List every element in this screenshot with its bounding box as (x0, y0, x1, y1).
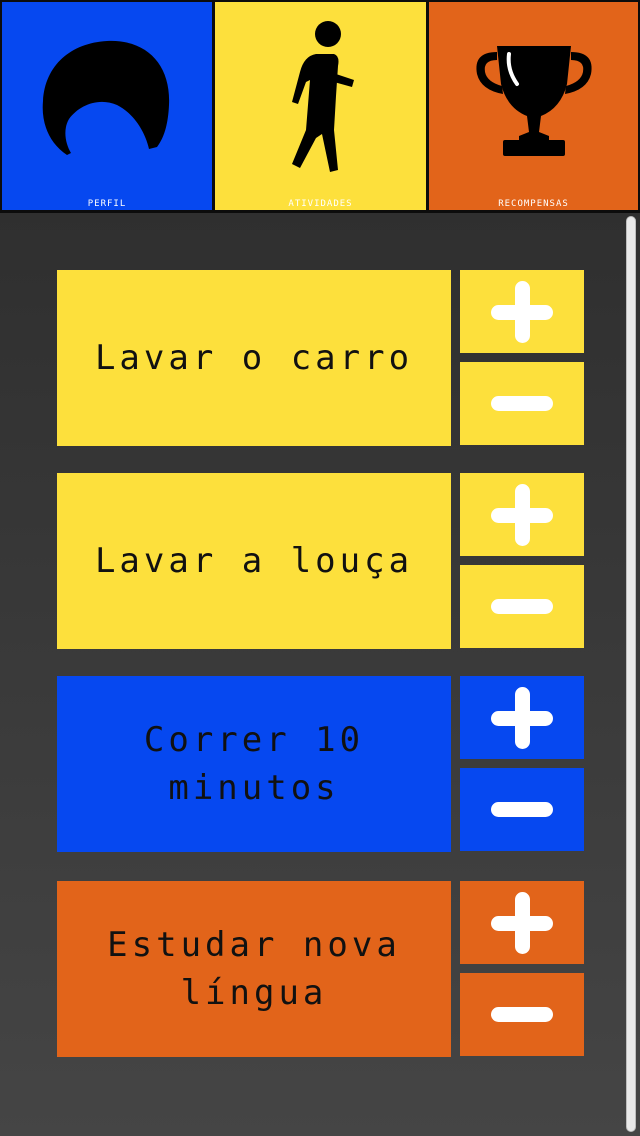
tab-label-perfil: PERFIL (87, 199, 127, 209)
walking-person-icon (215, 20, 426, 180)
scrollbar[interactable] (626, 216, 636, 1132)
profile-hair-icon (2, 20, 212, 180)
decrement-button-correr[interactable] (460, 768, 584, 851)
increment-button-estudar[interactable] (460, 881, 584, 964)
decrement-button-estudar[interactable] (460, 973, 584, 1056)
increment-button-lavar-louca[interactable] (460, 473, 584, 556)
decrement-button-lavar-carro[interactable] (460, 362, 584, 445)
activity-card-estudar: Estudar nova língua (57, 881, 451, 1057)
decrement-button-lavar-louca[interactable] (460, 565, 584, 648)
tab-label-atividades: ATIVIDADES (288, 199, 353, 209)
tab-recompensas[interactable]: RECOMPENSAS (429, 2, 638, 210)
tab-perfil[interactable]: PERFIL (2, 2, 212, 210)
activity-card-lavar-carro: Lavar o carro (57, 270, 451, 446)
tab-label-recompensas: RECOMPENSAS (498, 199, 569, 209)
activity-card-correr: Correr 10 minutos (57, 676, 451, 852)
tab-atividades[interactable]: ATIVIDADES (215, 2, 426, 210)
increment-button-correr[interactable] (460, 676, 584, 759)
minus-icon (491, 1007, 553, 1022)
activity-name: Correr 10 minutos (143, 720, 365, 808)
activity-name: Lavar o carro (94, 338, 414, 378)
plus-icon (491, 891, 553, 954)
trophy-icon (429, 20, 638, 180)
activity-name: Estudar nova língua (107, 925, 401, 1013)
activity-name: Lavar a louça (94, 541, 414, 581)
minus-icon (491, 802, 553, 817)
increment-button-lavar-carro[interactable] (460, 270, 584, 353)
plus-icon (491, 686, 553, 749)
activity-card-lavar-louca: Lavar a louça (57, 473, 451, 649)
plus-icon (491, 483, 553, 546)
top-navigation: PERFIL ATIVIDADES RECOMPENSAS (0, 0, 640, 213)
minus-icon (491, 599, 553, 614)
minus-icon (491, 396, 553, 411)
plus-icon (491, 280, 553, 343)
